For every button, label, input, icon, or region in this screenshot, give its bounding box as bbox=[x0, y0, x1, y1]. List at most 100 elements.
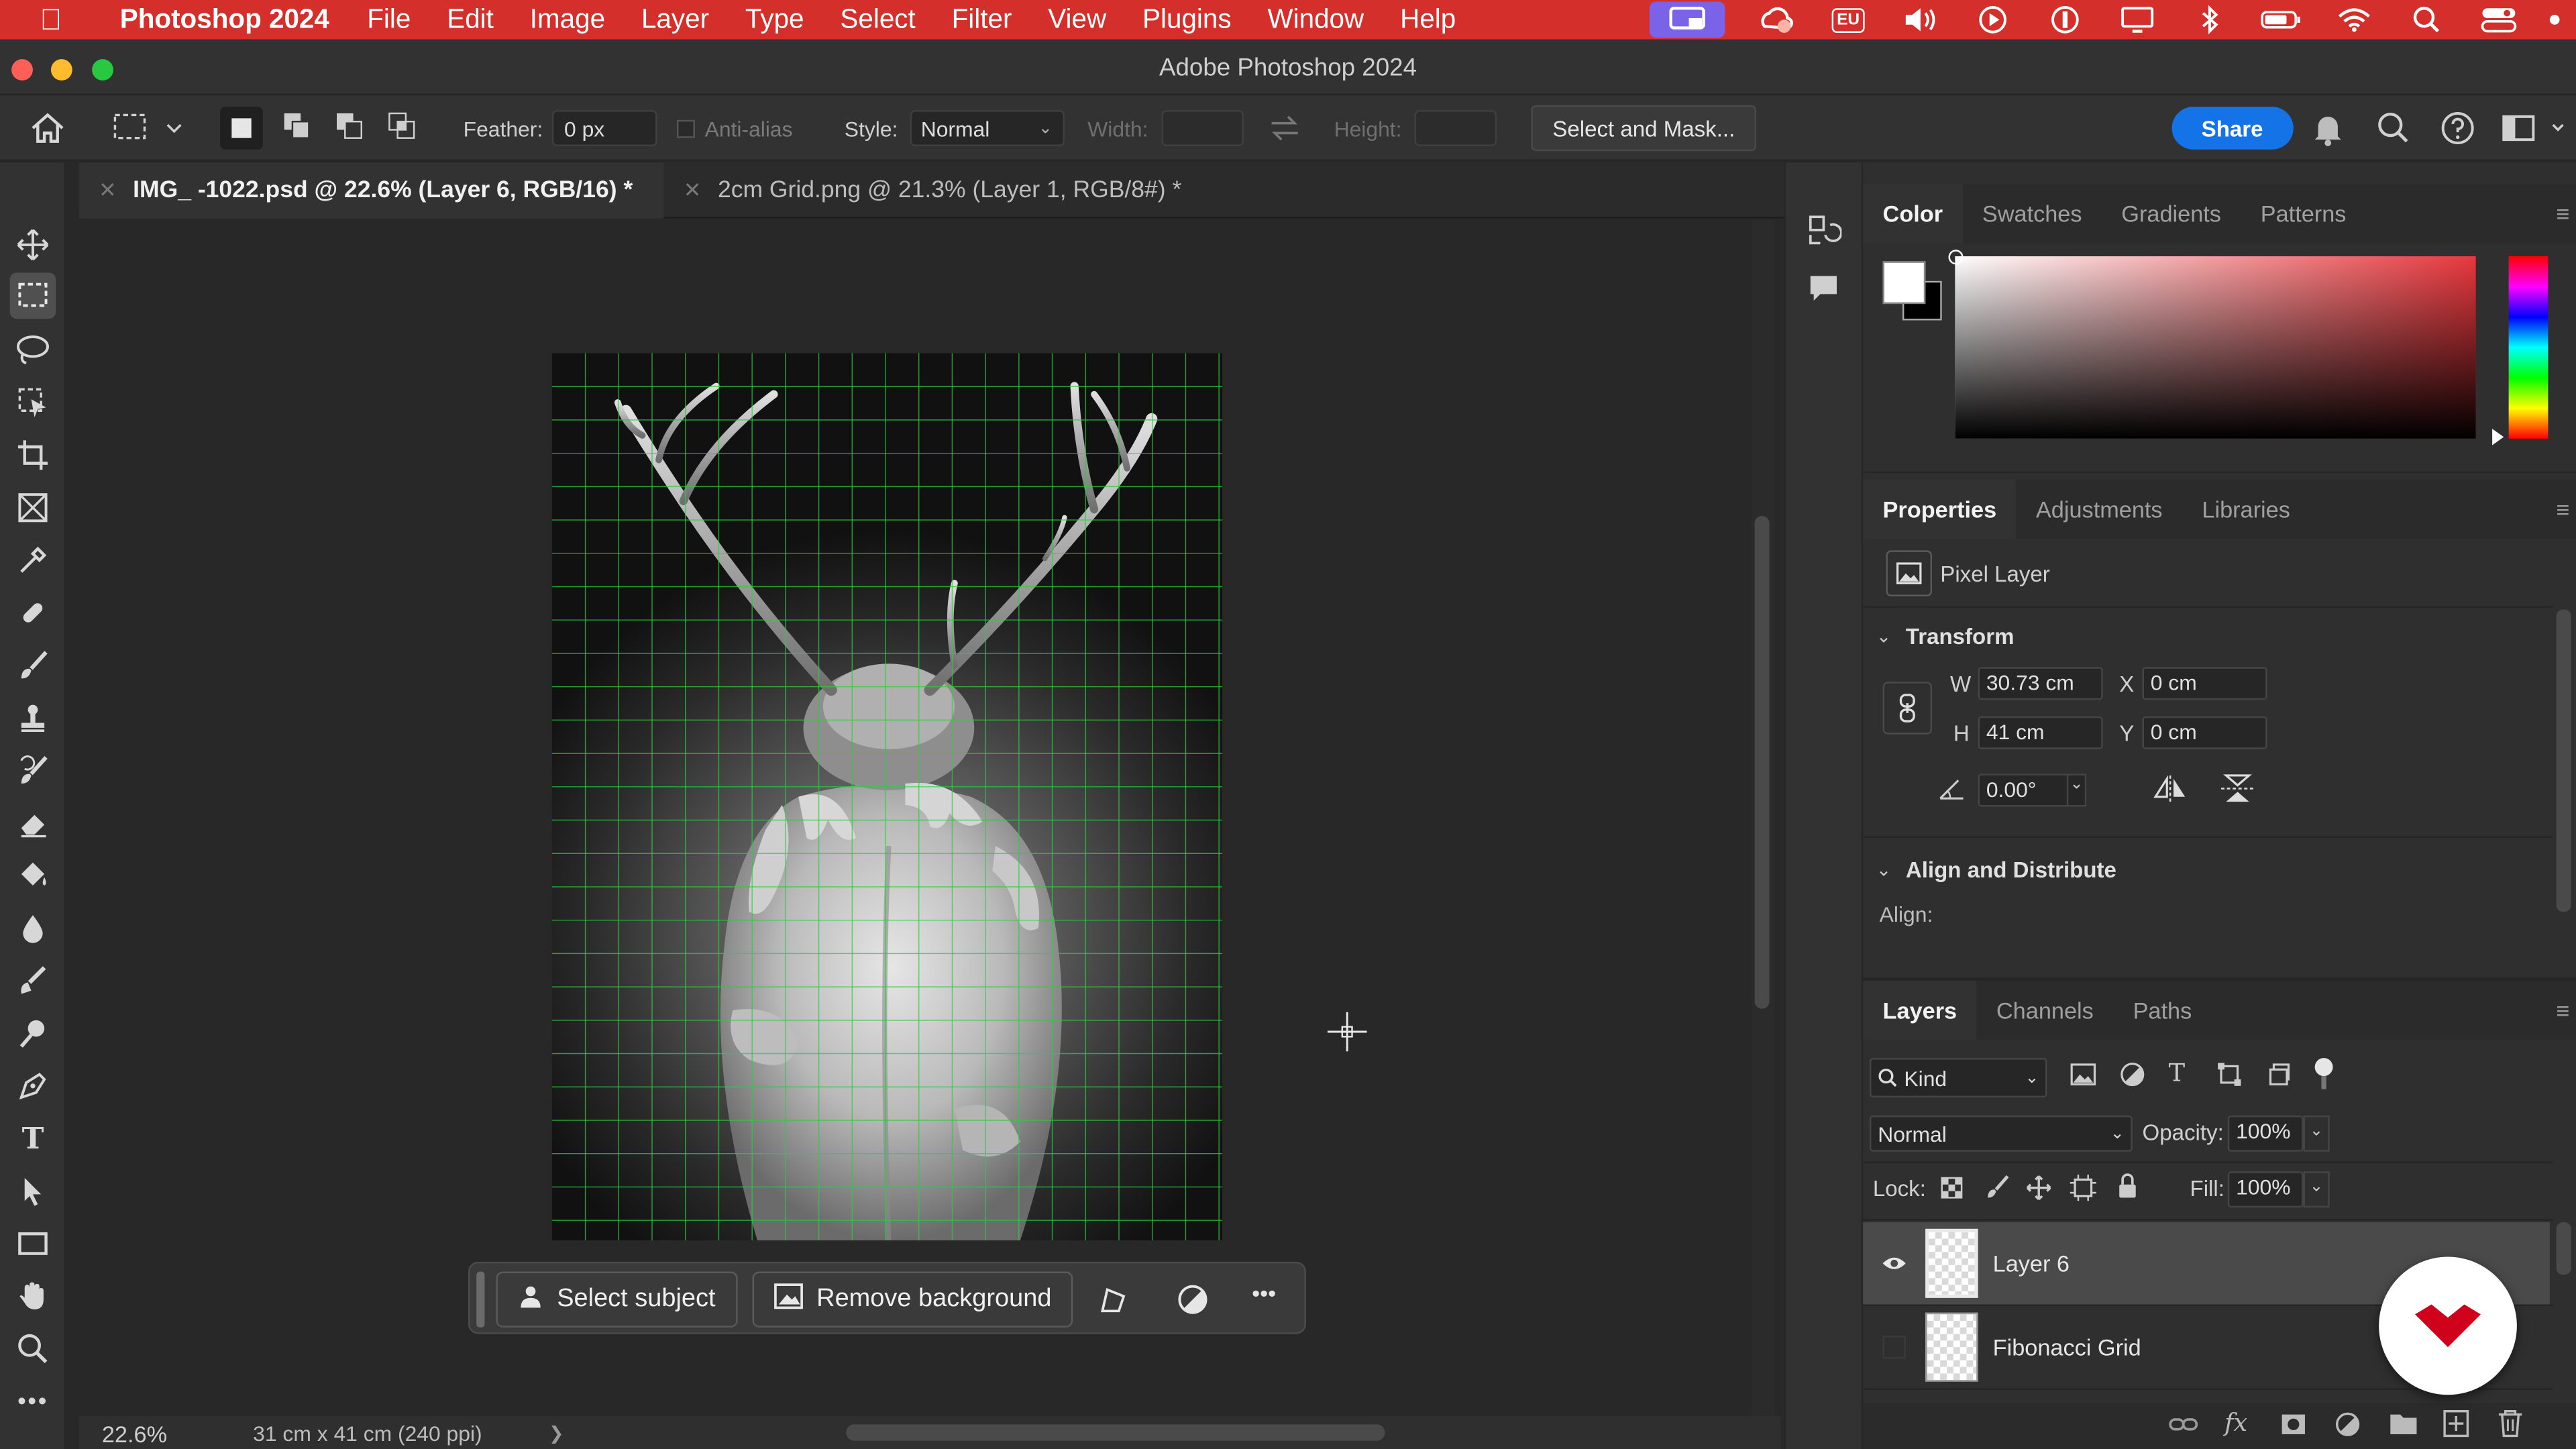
menu-filter[interactable]: Filter bbox=[934, 4, 1030, 36]
type-tool-icon[interactable]: T bbox=[10, 1116, 56, 1162]
filter-toggle-icon[interactable] bbox=[2314, 1058, 2333, 1091]
tab-gradients[interactable]: Gradients bbox=[2102, 184, 2241, 243]
tab-img-1022[interactable]: ✕ IMG_ -1022.psd @ 22.6% (Layer 6, RGB/1… bbox=[78, 162, 664, 219]
add-mask-icon[interactable] bbox=[2280, 1413, 2306, 1444]
zoom-tool-icon[interactable] bbox=[10, 1326, 56, 1372]
menu-help[interactable]: Help bbox=[1382, 4, 1474, 36]
intersect-selection-icon[interactable] bbox=[384, 107, 421, 148]
transform-section-title[interactable]: Transform bbox=[1906, 625, 2015, 649]
dodge-tool-icon[interactable] bbox=[10, 1010, 56, 1057]
control-center-icon[interactable] bbox=[2477, 3, 2520, 36]
select-and-mask-button[interactable]: Select and Mask... bbox=[1531, 105, 1757, 152]
notifications-bell-icon[interactable] bbox=[2310, 95, 2346, 161]
tab-close-icon[interactable]: ✕ bbox=[99, 177, 117, 203]
horizontal-scroll-thumb[interactable] bbox=[846, 1424, 1385, 1441]
eye-visibility-icon[interactable] bbox=[1863, 1255, 1925, 1271]
panel-menu-icon[interactable]: ≡ bbox=[2556, 998, 2569, 1024]
filter-type-icon[interactable]: T bbox=[2169, 1058, 2186, 1087]
crop-tool-icon[interactable] bbox=[10, 432, 56, 478]
hue-slider-handle[interactable] bbox=[2492, 429, 2504, 445]
color-picker-handle[interactable] bbox=[1948, 250, 1964, 265]
layers-scroll-thumb[interactable] bbox=[2556, 1222, 2571, 1275]
window-close-button[interactable] bbox=[11, 59, 33, 81]
clone-stamp-tool-icon[interactable] bbox=[10, 695, 56, 741]
task-bar-drag-handle[interactable] bbox=[476, 1271, 485, 1328]
display-icon[interactable] bbox=[2116, 3, 2159, 36]
share-button[interactable]: Share bbox=[2171, 107, 2293, 150]
remove-background-button[interactable]: Remove background bbox=[752, 1271, 1073, 1328]
flip-horizontal-icon[interactable] bbox=[2152, 775, 2188, 810]
object-selection-tool-icon[interactable] bbox=[10, 380, 56, 426]
apple-logo-icon[interactable]:  bbox=[0, 3, 102, 37]
tab-paths[interactable]: Paths bbox=[2113, 981, 2211, 1040]
layer-thumbnail[interactable] bbox=[1925, 1312, 1978, 1382]
layer-name[interactable]: Layer 6 bbox=[1993, 1250, 2070, 1277]
zoom-level[interactable]: 22.6% bbox=[102, 1421, 167, 1447]
chevron-down-icon[interactable]: ⌄ bbox=[2303, 1115, 2330, 1152]
screen-mirroring-icon[interactable] bbox=[1649, 1, 1725, 38]
layer-name[interactable]: Fibonacci Grid bbox=[1993, 1334, 2141, 1360]
home-icon[interactable] bbox=[30, 95, 66, 161]
menu-type[interactable]: Type bbox=[727, 4, 822, 36]
rectangular-marquee-tool-icon[interactable] bbox=[9, 272, 56, 319]
lock-all-icon[interactable] bbox=[2116, 1173, 2139, 1208]
add-to-selection-icon[interactable] bbox=[279, 107, 315, 148]
volume-icon[interactable] bbox=[1899, 3, 1942, 36]
menu-app-name[interactable]: Photoshop 2024 bbox=[102, 4, 349, 36]
lasso-tool-icon[interactable] bbox=[10, 327, 56, 373]
menu-edit[interactable]: Edit bbox=[429, 4, 512, 36]
height-input[interactable] bbox=[1415, 110, 1497, 146]
floating-heart-badge[interactable] bbox=[2379, 1256, 2517, 1395]
frame-tool-icon[interactable] bbox=[10, 484, 56, 531]
menu-image[interactable]: Image bbox=[512, 4, 623, 36]
workspace-switcher-icon[interactable] bbox=[2500, 95, 2566, 161]
lock-pixels-icon[interactable] bbox=[1984, 1175, 2010, 1209]
hue-slider[interactable] bbox=[2508, 256, 2548, 439]
eu-icon[interactable]: EU bbox=[1827, 3, 1870, 36]
layer-thumbnail[interactable] bbox=[1925, 1228, 1978, 1298]
dollar-icon[interactable] bbox=[2044, 3, 2087, 36]
y-input[interactable]: 0 cm bbox=[2142, 716, 2267, 749]
tab-adjustments[interactable]: Adjustments bbox=[2017, 480, 2182, 539]
blur-tool-icon[interactable] bbox=[10, 905, 56, 951]
new-selection-icon[interactable] bbox=[220, 107, 263, 150]
new-layer-icon[interactable] bbox=[2443, 1409, 2469, 1446]
search-icon[interactable] bbox=[2375, 95, 2412, 161]
tab-swatches[interactable]: Swatches bbox=[1962, 184, 2101, 243]
window-zoom-button[interactable] bbox=[92, 59, 113, 81]
chevron-right-icon[interactable]: ❯ bbox=[549, 1423, 564, 1444]
link-layers-icon[interactable] bbox=[2169, 1413, 2198, 1442]
tab-patterns[interactable]: Patterns bbox=[2241, 184, 2365, 243]
width-input[interactable] bbox=[1161, 110, 1244, 146]
menu-select[interactable]: Select bbox=[822, 4, 933, 36]
history-panel-icon[interactable] bbox=[1805, 212, 1843, 256]
tab-color[interactable]: Color bbox=[1863, 184, 1963, 244]
lock-transparency-icon[interactable] bbox=[1940, 1176, 1963, 1208]
layer-effects-icon[interactable]: fx bbox=[2224, 1408, 2247, 1438]
eraser-tool-icon[interactable] bbox=[10, 800, 56, 847]
align-section-title[interactable]: Align and Distribute bbox=[1906, 857, 2116, 882]
help-icon[interactable] bbox=[2440, 95, 2476, 161]
bluetooth-icon[interactable] bbox=[2188, 3, 2231, 36]
filter-adjustment-icon[interactable] bbox=[2119, 1061, 2145, 1095]
tab-layers[interactable]: Layers bbox=[1863, 981, 1977, 1040]
paint-bucket-tool-icon[interactable] bbox=[10, 853, 56, 899]
more-tools-icon[interactable]: ••• bbox=[10, 1379, 56, 1425]
play-icon[interactable] bbox=[1972, 3, 2015, 36]
select-subject-button[interactable]: Select subject bbox=[496, 1271, 737, 1328]
lock-position-icon[interactable] bbox=[2026, 1175, 2052, 1209]
chevron-down-icon[interactable]: ⌄ bbox=[1876, 626, 1892, 647]
eyedropper-tool-icon[interactable] bbox=[10, 537, 56, 584]
history-brush-tool-icon[interactable] bbox=[10, 747, 56, 794]
healing-brush-tool-icon[interactable] bbox=[10, 590, 56, 636]
menu-view[interactable]: View bbox=[1030, 4, 1124, 36]
vertical-scroll-thumb[interactable] bbox=[1754, 515, 1770, 1009]
transform-icon[interactable] bbox=[1097, 1283, 1130, 1324]
flip-vertical-icon[interactable] bbox=[2221, 772, 2255, 813]
chevron-down-icon[interactable]: ⌄ bbox=[2303, 1171, 2330, 1208]
menu-window[interactable]: Window bbox=[1250, 4, 1383, 36]
new-adjustment-layer-icon[interactable] bbox=[2334, 1411, 2361, 1446]
smudge-tool-icon[interactable] bbox=[10, 958, 56, 1004]
x-input[interactable]: 0 cm bbox=[2142, 667, 2267, 700]
panel-menu-icon[interactable]: ≡ bbox=[2556, 496, 2569, 523]
